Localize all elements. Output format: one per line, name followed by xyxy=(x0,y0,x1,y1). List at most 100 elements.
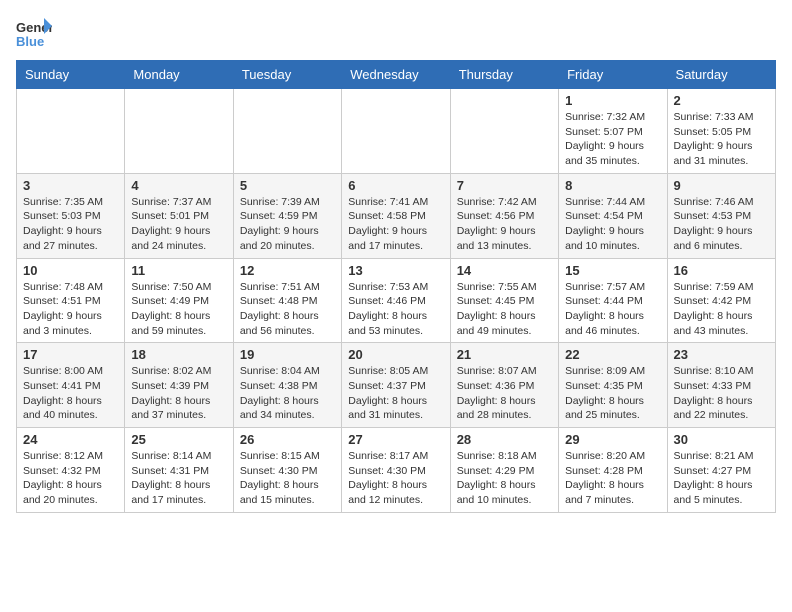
day-info: Sunrise: 8:12 AM Sunset: 4:32 PM Dayligh… xyxy=(23,449,118,508)
calendar-cell: 2 Sunrise: 7:33 AM Sunset: 5:05 PM Daylig… xyxy=(667,89,775,174)
day-number: 12 xyxy=(240,263,335,278)
day-number: 26 xyxy=(240,432,335,447)
day-number: 20 xyxy=(348,347,443,362)
day-number: 3 xyxy=(23,178,118,193)
day-number: 7 xyxy=(457,178,552,193)
calendar-cell: 12 Sunrise: 7:51 AM Sunset: 4:48 PM Dayli… xyxy=(233,258,341,343)
calendar-cell: 24 Sunrise: 8:12 AM Sunset: 4:32 PM Dayli… xyxy=(17,428,125,513)
calendar-cell: 28 Sunrise: 8:18 AM Sunset: 4:29 PM Dayli… xyxy=(450,428,558,513)
day-number: 14 xyxy=(457,263,552,278)
day-number: 17 xyxy=(23,347,118,362)
day-info: Sunrise: 8:02 AM Sunset: 4:39 PM Dayligh… xyxy=(131,364,226,423)
day-info: Sunrise: 8:04 AM Sunset: 4:38 PM Dayligh… xyxy=(240,364,335,423)
day-info: Sunrise: 7:48 AM Sunset: 4:51 PM Dayligh… xyxy=(23,280,118,339)
day-info: Sunrise: 7:59 AM Sunset: 4:42 PM Dayligh… xyxy=(674,280,769,339)
calendar-cell: 25 Sunrise: 8:14 AM Sunset: 4:31 PM Dayli… xyxy=(125,428,233,513)
day-number: 21 xyxy=(457,347,552,362)
calendar-row-0: 1Sunrise: 7:32 AM Sunset: 5:07 PM Daylig… xyxy=(17,89,776,174)
header-thursday: Thursday xyxy=(450,61,558,89)
calendar-cell: 15 Sunrise: 7:57 AM Sunset: 4:44 PM Dayli… xyxy=(559,258,667,343)
header-friday: Friday xyxy=(559,61,667,89)
day-number: 18 xyxy=(131,347,226,362)
calendar-cell: 29Sunrise: 8:20 AM Sunset: 4:28 PM Dayli… xyxy=(559,428,667,513)
day-info: Sunrise: 8:18 AM Sunset: 4:29 PM Dayligh… xyxy=(457,449,552,508)
logo: General Blue xyxy=(16,16,52,52)
calendar-cell: 21 Sunrise: 8:07 AM Sunset: 4:36 PM Dayli… xyxy=(450,343,558,428)
calendar-row-2: 10 Sunrise: 7:48 AM Sunset: 4:51 PM Dayli… xyxy=(17,258,776,343)
calendar-cell: 17 Sunrise: 8:00 AM Sunset: 4:41 PM Dayli… xyxy=(17,343,125,428)
calendar-cell: 4Sunrise: 7:37 AM Sunset: 5:01 PM Daylig… xyxy=(125,173,233,258)
header-monday: Monday xyxy=(125,61,233,89)
day-number: 11 xyxy=(131,263,226,278)
page-header: General Blue xyxy=(16,16,776,52)
day-info: Sunrise: 7:35 AM Sunset: 5:03 PM Dayligh… xyxy=(23,195,118,254)
day-number: 24 xyxy=(23,432,118,447)
calendar-cell: 13Sunrise: 7:53 AM Sunset: 4:46 PM Dayli… xyxy=(342,258,450,343)
header-row: SundayMondayTuesdayWednesdayThursdayFrid… xyxy=(17,61,776,89)
day-info: Sunrise: 7:51 AM Sunset: 4:48 PM Dayligh… xyxy=(240,280,335,339)
day-number: 2 xyxy=(674,93,769,108)
calendar-cell: 30Sunrise: 8:21 AM Sunset: 4:27 PM Dayli… xyxy=(667,428,775,513)
day-number: 27 xyxy=(348,432,443,447)
day-number: 25 xyxy=(131,432,226,447)
calendar-cell: 6 Sunrise: 7:41 AM Sunset: 4:58 PM Daylig… xyxy=(342,173,450,258)
calendar-cell: 10 Sunrise: 7:48 AM Sunset: 4:51 PM Dayli… xyxy=(17,258,125,343)
day-info: Sunrise: 8:09 AM Sunset: 4:35 PM Dayligh… xyxy=(565,364,660,423)
day-number: 28 xyxy=(457,432,552,447)
day-info: Sunrise: 8:00 AM Sunset: 4:41 PM Dayligh… xyxy=(23,364,118,423)
day-number: 16 xyxy=(674,263,769,278)
day-info: Sunrise: 7:33 AM Sunset: 5:05 PM Dayligh… xyxy=(674,110,769,169)
calendar-cell: 18 Sunrise: 8:02 AM Sunset: 4:39 PM Dayli… xyxy=(125,343,233,428)
calendar-cell: 7 Sunrise: 7:42 AM Sunset: 4:56 PM Daylig… xyxy=(450,173,558,258)
calendar-cell: 5Sunrise: 7:39 AM Sunset: 4:59 PM Daylig… xyxy=(233,173,341,258)
calendar-cell: 19Sunrise: 8:04 AM Sunset: 4:38 PM Dayli… xyxy=(233,343,341,428)
header-sunday: Sunday xyxy=(17,61,125,89)
day-info: Sunrise: 7:32 AM Sunset: 5:07 PM Dayligh… xyxy=(565,110,660,169)
calendar-table: SundayMondayTuesdayWednesdayThursdayFrid… xyxy=(16,60,776,513)
calendar-cell: 1Sunrise: 7:32 AM Sunset: 5:07 PM Daylig… xyxy=(559,89,667,174)
calendar-cell xyxy=(17,89,125,174)
calendar-cell: 11Sunrise: 7:50 AM Sunset: 4:49 PM Dayli… xyxy=(125,258,233,343)
calendar-cell: 14 Sunrise: 7:55 AM Sunset: 4:45 PM Dayli… xyxy=(450,258,558,343)
day-info: Sunrise: 7:44 AM Sunset: 4:54 PM Dayligh… xyxy=(565,195,660,254)
day-number: 9 xyxy=(674,178,769,193)
day-info: Sunrise: 7:41 AM Sunset: 4:58 PM Dayligh… xyxy=(348,195,443,254)
header-saturday: Saturday xyxy=(667,61,775,89)
calendar-cell xyxy=(342,89,450,174)
day-info: Sunrise: 7:55 AM Sunset: 4:45 PM Dayligh… xyxy=(457,280,552,339)
calendar-cell xyxy=(125,89,233,174)
calendar-cell: 16 Sunrise: 7:59 AM Sunset: 4:42 PM Dayli… xyxy=(667,258,775,343)
calendar-row-1: 3 Sunrise: 7:35 AM Sunset: 5:03 PM Daylig… xyxy=(17,173,776,258)
day-info: Sunrise: 7:57 AM Sunset: 4:44 PM Dayligh… xyxy=(565,280,660,339)
calendar-row-4: 24 Sunrise: 8:12 AM Sunset: 4:32 PM Dayli… xyxy=(17,428,776,513)
day-number: 15 xyxy=(565,263,660,278)
calendar-cell: 22 Sunrise: 8:09 AM Sunset: 4:35 PM Dayli… xyxy=(559,343,667,428)
calendar-cell xyxy=(450,89,558,174)
day-info: Sunrise: 7:46 AM Sunset: 4:53 PM Dayligh… xyxy=(674,195,769,254)
day-info: Sunrise: 7:42 AM Sunset: 4:56 PM Dayligh… xyxy=(457,195,552,254)
svg-text:Blue: Blue xyxy=(16,34,44,49)
day-info: Sunrise: 7:39 AM Sunset: 4:59 PM Dayligh… xyxy=(240,195,335,254)
calendar-cell: 3 Sunrise: 7:35 AM Sunset: 5:03 PM Daylig… xyxy=(17,173,125,258)
calendar-cell: 8 Sunrise: 7:44 AM Sunset: 4:54 PM Daylig… xyxy=(559,173,667,258)
day-info: Sunrise: 8:10 AM Sunset: 4:33 PM Dayligh… xyxy=(674,364,769,423)
day-number: 23 xyxy=(674,347,769,362)
day-number: 22 xyxy=(565,347,660,362)
logo-icon: General Blue xyxy=(16,16,52,52)
day-number: 13 xyxy=(348,263,443,278)
calendar-cell: 20Sunrise: 8:05 AM Sunset: 4:37 PM Dayli… xyxy=(342,343,450,428)
calendar-cell: 9 Sunrise: 7:46 AM Sunset: 4:53 PM Daylig… xyxy=(667,173,775,258)
day-info: Sunrise: 7:37 AM Sunset: 5:01 PM Dayligh… xyxy=(131,195,226,254)
day-info: Sunrise: 8:14 AM Sunset: 4:31 PM Dayligh… xyxy=(131,449,226,508)
calendar-row-3: 17 Sunrise: 8:00 AM Sunset: 4:41 PM Dayli… xyxy=(17,343,776,428)
calendar-cell: 23 Sunrise: 8:10 AM Sunset: 4:33 PM Dayli… xyxy=(667,343,775,428)
day-info: Sunrise: 8:15 AM Sunset: 4:30 PM Dayligh… xyxy=(240,449,335,508)
day-info: Sunrise: 8:17 AM Sunset: 4:30 PM Dayligh… xyxy=(348,449,443,508)
day-number: 10 xyxy=(23,263,118,278)
day-number: 6 xyxy=(348,178,443,193)
day-info: Sunrise: 8:07 AM Sunset: 4:36 PM Dayligh… xyxy=(457,364,552,423)
day-number: 8 xyxy=(565,178,660,193)
calendar-cell: 26 Sunrise: 8:15 AM Sunset: 4:30 PM Dayli… xyxy=(233,428,341,513)
day-number: 29 xyxy=(565,432,660,447)
calendar-cell: 27 Sunrise: 8:17 AM Sunset: 4:30 PM Dayli… xyxy=(342,428,450,513)
